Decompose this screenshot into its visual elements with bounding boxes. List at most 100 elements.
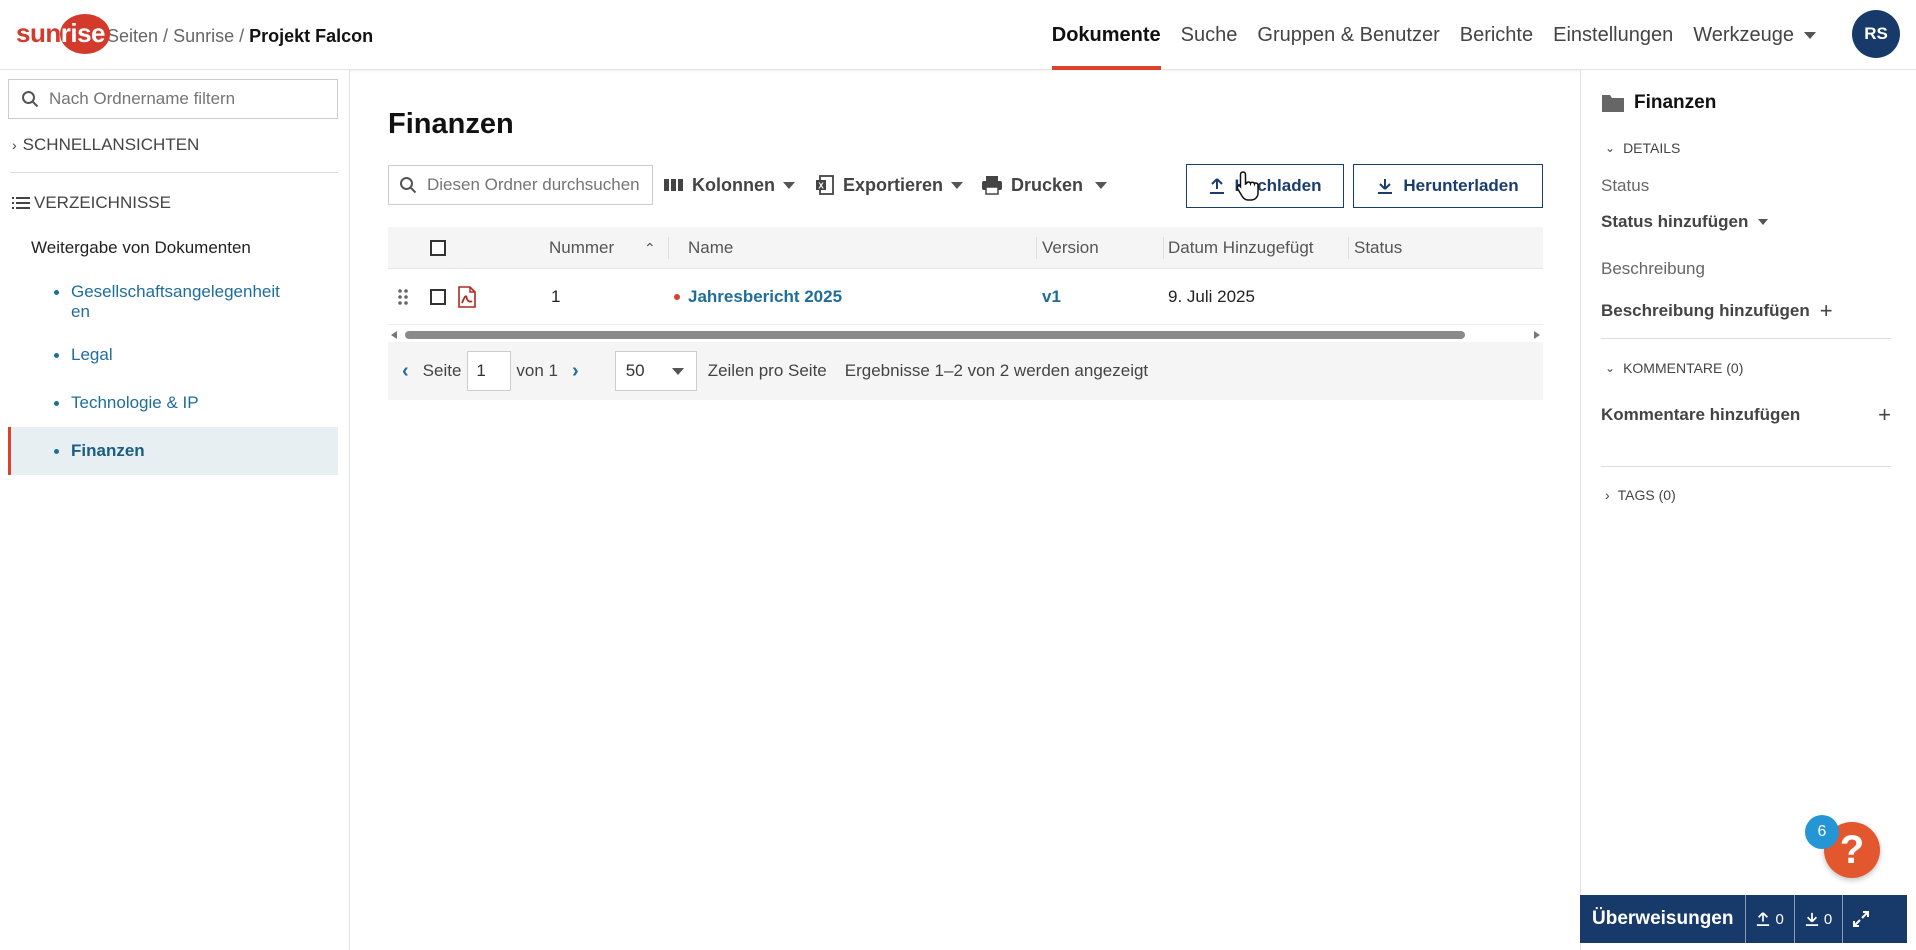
print-label: Drucken xyxy=(1011,174,1084,195)
hand-cursor-icon xyxy=(1236,171,1259,201)
downloads-counter[interactable]: 0 xyxy=(1793,895,1842,943)
add-comment-label: Kommentare hinzufügen xyxy=(1601,405,1801,424)
scroll-thumb[interactable] xyxy=(405,331,1465,339)
sidebar-item-label: Legal xyxy=(71,345,113,364)
next-page-icon[interactable]: › xyxy=(572,360,579,383)
select-all-checkbox[interactable] xyxy=(430,227,446,269)
bullet-icon xyxy=(54,353,59,358)
upload-button[interactable]: Hochladen xyxy=(1186,164,1344,208)
column-header-date[interactable]: Datum Hinzugefügt xyxy=(1168,227,1314,269)
sidebar-item-label: Gesellschaftsangelegenheit en xyxy=(71,282,280,322)
columns-label: Kolonnen xyxy=(692,174,775,195)
download-icon xyxy=(1378,179,1393,194)
directories-toggle[interactable]: VERZEICHNISSE xyxy=(12,193,171,213)
export-button[interactable]: X Exportieren xyxy=(815,165,964,205)
details-label: DETAILS xyxy=(1623,140,1681,156)
caret-down-icon xyxy=(783,181,795,189)
breadcrumb-item[interactable]: Sunrise xyxy=(173,26,234,46)
add-description-button[interactable]: Beschreibung hinzufügen + xyxy=(1601,298,1833,324)
column-header-status[interactable]: Status xyxy=(1354,227,1402,269)
caret-down-icon xyxy=(1095,181,1108,189)
quick-views-toggle[interactable]: › SCHNELLANSICHTEN xyxy=(12,135,199,155)
tags-toggle[interactable]: › TAGS (0) xyxy=(1605,487,1676,503)
plus-icon: + xyxy=(1819,298,1833,323)
add-comment-button[interactable]: Kommentare hinzufügen + xyxy=(1601,402,1891,428)
column-header-label: Datum Hinzugefügt xyxy=(1168,238,1314,257)
logo-text-sun: sun xyxy=(16,17,61,48)
bullet-icon xyxy=(54,448,59,454)
sidebar-item-legal[interactable]: Legal xyxy=(8,345,338,369)
column-header-label: Name xyxy=(688,238,734,257)
nav-dokumente[interactable]: Dokumente xyxy=(1042,0,1171,70)
sidebar-item-label: Technologie & IP xyxy=(71,393,199,412)
details-toggle[interactable]: ⌄ DETAILS xyxy=(1605,140,1680,156)
sidebar-item-gesellschaftsangelegenheiten[interactable]: Gesellschaftsangelegenheit en xyxy=(8,282,338,328)
status-label: Status xyxy=(1601,176,1650,195)
download-button[interactable]: Herunterladen xyxy=(1353,164,1543,208)
columns-button[interactable]: Kolonnen xyxy=(664,165,795,205)
svg-text:X: X xyxy=(818,182,824,191)
tree-root-folder[interactable]: Weitergabe von Dokumenten xyxy=(31,238,251,258)
transfers-bar[interactable]: Überweisungen 0 0 xyxy=(1580,895,1907,943)
logo-text-rise: rise xyxy=(60,17,106,48)
uploads-counter[interactable]: 0 xyxy=(1745,895,1793,943)
folder-filter-input[interactable] xyxy=(49,89,329,109)
nav-berichte[interactable]: Berichte xyxy=(1450,0,1543,70)
folder-sidebar: › SCHNELLANSICHTEN VERZEICHNISSE Weiterga… xyxy=(0,70,350,950)
rows-per-page-value: 50 xyxy=(625,361,645,380)
bullet-icon xyxy=(54,401,59,406)
nav-einstellungen[interactable]: Einstellungen xyxy=(1543,0,1683,70)
document-name-link[interactable]: Jahresbericht 2025 xyxy=(688,269,842,325)
column-header-name[interactable]: Name xyxy=(688,227,733,269)
app-header: sunrise Seiten / Sunrise / Projekt Falco… xyxy=(0,0,1916,70)
page-of-label: von 1 xyxy=(516,361,559,380)
sidebar-item-technologie-ip[interactable]: Technologie & IP xyxy=(8,393,338,417)
column-separator xyxy=(1163,237,1164,259)
page-number-input[interactable]: 1 xyxy=(467,351,512,391)
nav-gruppen-benutzer[interactable]: Gruppen & Benutzer xyxy=(1247,0,1449,70)
scroll-right-icon[interactable] xyxy=(1534,331,1540,339)
column-header-number[interactable]: Nummer xyxy=(549,227,614,269)
folder-search-input[interactable] xyxy=(427,175,647,195)
folder-search[interactable] xyxy=(388,165,653,205)
breadcrumb-item[interactable]: Seiten xyxy=(107,26,158,46)
download-icon xyxy=(1805,912,1818,926)
table-row[interactable]: 1 Jahresbericht 2025 v1 9. Juli 2025 xyxy=(388,269,1543,325)
chevron-right-icon: › xyxy=(1605,487,1610,503)
prev-page-icon[interactable]: ‹ xyxy=(402,360,409,383)
sort-asc-icon[interactable]: ⌃ xyxy=(644,227,656,269)
folder-filter[interactable] xyxy=(8,79,338,119)
chevron-down-icon: ⌄ xyxy=(1605,361,1616,375)
page-label: Seite xyxy=(422,361,462,380)
row-checkbox[interactable] xyxy=(430,269,446,325)
nav-werkzeuge[interactable]: Werkzeuge xyxy=(1683,0,1826,70)
expand-icon[interactable] xyxy=(1842,895,1879,943)
checkbox-icon xyxy=(430,289,446,305)
tags-label: TAGS (0) xyxy=(1617,487,1676,503)
scroll-left-icon[interactable] xyxy=(391,331,397,339)
print-button[interactable]: Drucken xyxy=(981,165,1108,205)
user-avatar[interactable]: RS xyxy=(1852,10,1900,58)
horizontal-scrollbar[interactable] xyxy=(388,328,1543,342)
pagination: ‹ Seite 1 von 1 › 50 Zeilen pro Seite Er… xyxy=(388,342,1543,400)
sidebar-item-label-part1: Gesellschaftsangelegenheit xyxy=(71,282,280,301)
add-status-label: Status hinzufügen xyxy=(1601,212,1749,231)
rows-per-page-select[interactable]: 50 xyxy=(614,351,697,391)
sunrise-logo[interactable]: sunrise xyxy=(16,12,110,54)
nav-suche[interactable]: Suche xyxy=(1171,0,1248,70)
divider xyxy=(10,172,338,173)
table-header: Nummer ⌃ Name Version Datum Hinzugefügt … xyxy=(388,227,1543,269)
column-header-version[interactable]: Version xyxy=(1042,227,1099,269)
row-number: 1 xyxy=(551,287,561,306)
nav-werkzeuge-label: Werkzeuge xyxy=(1693,23,1794,46)
add-status-dropdown[interactable]: Status hinzufügen xyxy=(1601,212,1769,232)
drag-handle-icon[interactable] xyxy=(398,269,408,325)
sidebar-item-finanzen[interactable]: Finanzen xyxy=(8,427,338,475)
panel-title-label: Finanzen xyxy=(1634,92,1717,113)
sidebar-item-label: Finanzen xyxy=(71,441,145,460)
notification-badge[interactable]: 6 xyxy=(1805,815,1839,849)
description-label: Beschreibung xyxy=(1601,259,1705,278)
comments-toggle[interactable]: ⌄ KOMMENTARE (0) xyxy=(1605,360,1743,376)
version-link[interactable]: v1 xyxy=(1042,269,1061,325)
divider xyxy=(1601,338,1891,339)
